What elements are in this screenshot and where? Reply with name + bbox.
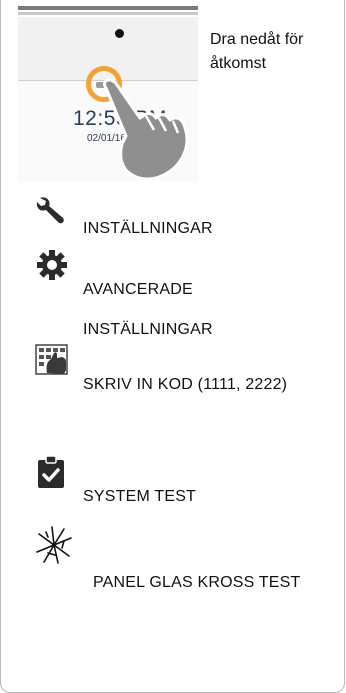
menu-item-advanced-settings[interactable]: AVANCERADE INSTÄLLNINGAR (83, 270, 283, 350)
panel-top-bar (18, 6, 198, 10)
wrench-icon (36, 197, 64, 224)
swipe-instruction: Dra nedåt för åtkomst (210, 31, 304, 72)
glass-break-icon (36, 526, 72, 564)
pointing-hand-icon (102, 78, 189, 181)
menu-item-settings[interactable]: INSTÄLLNINGAR (83, 212, 213, 245)
menu-item-system-test[interactable]: SYSTEM TEST (83, 480, 196, 513)
keypad-hand-icon (35, 344, 68, 375)
gear-icon (37, 250, 67, 280)
panel-top-bar-light (18, 12, 198, 15)
menu-item-enter-code[interactable]: SKRIV IN KOD (1111, 2222) (83, 365, 303, 405)
clipboard-check-icon (38, 456, 64, 488)
camera-dot (115, 29, 124, 38)
menu-item-glass-break-test[interactable]: PANEL GLAS KROSS TEST (93, 563, 313, 603)
panel-illustration: 12:55 PM 02/01/16 (14, 0, 202, 185)
